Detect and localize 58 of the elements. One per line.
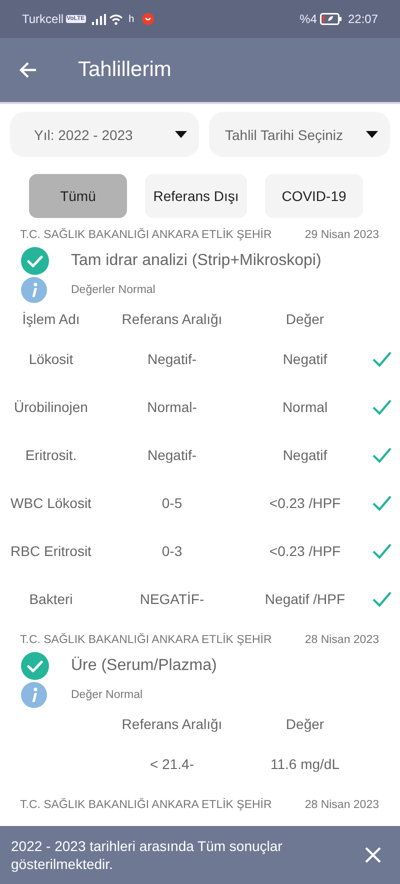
table-cell-text: Bakteri xyxy=(28,591,74,607)
test-name: Üre (Serum/Plazma) xyxy=(71,657,217,675)
dropdown[interactable]: Tahlil Tarihi Seçiniz xyxy=(209,112,390,157)
caret-icon xyxy=(175,131,187,138)
column-header: Referans Aralığı xyxy=(120,311,224,327)
caret-icon xyxy=(366,131,378,138)
column-header: İşlem Adı xyxy=(21,311,81,327)
data-label: h xyxy=(128,14,134,24)
dropdown[interactable]: Yıl: 2022 - 2023 xyxy=(10,112,199,157)
clock: 22:07 xyxy=(348,12,378,26)
table-cell-text: 0-5 xyxy=(160,495,184,511)
result-date: 28 Nisan 2023 xyxy=(304,634,379,646)
screen-title: Tahlillerim xyxy=(78,58,172,82)
filter-tab[interactable]: COVID-19 xyxy=(265,174,363,218)
table-cell-text: Negatif /HPF xyxy=(264,591,346,607)
column-header: Değer xyxy=(284,311,326,327)
table-cell-text: Negatif- xyxy=(146,447,198,463)
result-note: Değerler Normal xyxy=(71,284,156,296)
table-cell-text: 0-3 xyxy=(160,543,184,559)
hospital-name: T.C. SAĞLIK BAKANLIĞI ANKARA ETLİK ŞEHİR xyxy=(20,229,272,241)
table-cell-text: Lökosit xyxy=(28,351,74,367)
table-cell-text: WBC Lökosit xyxy=(10,495,92,511)
battery-percent: %4 xyxy=(300,12,317,26)
table-cell-text: RBC Eritrosit xyxy=(10,543,92,559)
result-date: 28 Nisan 2023 xyxy=(304,799,379,811)
carrier-name: Turkcell xyxy=(22,12,64,26)
table-cell-text: <0.23 /HPF xyxy=(268,543,342,559)
info-icon xyxy=(21,682,47,708)
column-header: Değer xyxy=(284,716,326,732)
notification-icon xyxy=(142,13,154,25)
check-circle-icon xyxy=(21,652,49,680)
hospital-name: T.C. SAĞLIK BAKANLIĞI ANKARA ETLİK ŞEHİR xyxy=(20,799,272,811)
table-cell-text: 11.6 mg/dL xyxy=(269,756,340,772)
table-cell-text: Negatif xyxy=(282,351,328,367)
table-cell-text: < 21.4- xyxy=(149,756,195,772)
column-header: Referans Aralığı xyxy=(120,716,224,732)
snackbar-message: 2022 - 2023 tarihleri arasında Tüm sonuçlar gösterilmektedir. xyxy=(11,837,284,873)
filter-tab[interactable]: Referans Dışı xyxy=(145,174,247,218)
signal-icon xyxy=(92,14,106,24)
table-cell-text: Normal- xyxy=(146,399,198,415)
table-cell-text: NEGATİF- xyxy=(138,591,206,607)
test-name: Tam idrar analizi (Strip+Mikroskopi) xyxy=(71,252,322,270)
result-date: 29 Nisan 2023 xyxy=(304,229,379,241)
battery-icon xyxy=(320,13,342,25)
wifi-icon xyxy=(108,14,123,24)
table-cell-text: Negatif xyxy=(282,447,328,463)
check-circle-icon xyxy=(21,247,49,275)
hospital-name: T.C. SAĞLIK BAKANLIĞI ANKARA ETLİK ŞEHİR xyxy=(20,634,272,646)
table-cell-text: Negatif- xyxy=(146,351,198,367)
table-cell-text: Ürobilinojen xyxy=(13,399,89,415)
result-note: Değer Normal xyxy=(71,689,143,701)
filter-tab[interactable]: Tümü xyxy=(29,174,127,218)
table-cell-text: Eritrosit. xyxy=(24,447,78,463)
info-icon xyxy=(21,277,47,303)
close-icon[interactable] xyxy=(364,846,382,864)
table-cell-text: <0.23 /HPF xyxy=(268,495,342,511)
table-cell-text: Normal xyxy=(281,399,329,415)
back-arrow-icon[interactable] xyxy=(18,60,38,80)
